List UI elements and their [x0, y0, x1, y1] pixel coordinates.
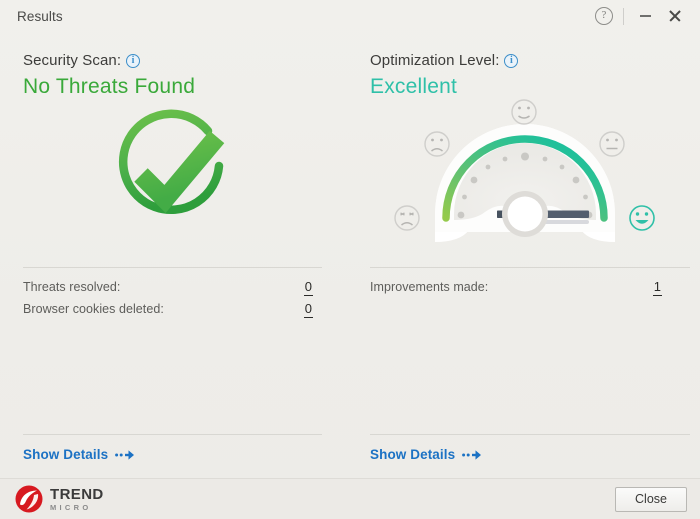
- dotted-arrow-right-icon: [115, 449, 135, 461]
- close-window-button[interactable]: [660, 3, 690, 29]
- security-footer-divider: [23, 434, 322, 435]
- results-window: Results ? Security Scan: i No Threats Fo…: [0, 0, 700, 519]
- optimization-panel: Optimization Level: i Excellent Improvem…: [350, 32, 700, 478]
- stat-label: Threats resolved:: [23, 280, 121, 294]
- show-details-label: Show Details: [23, 447, 109, 462]
- table-row: Threats resolved: 0: [23, 277, 335, 299]
- minimize-button[interactable]: [630, 3, 660, 29]
- performance-gauge-wrapper: [360, 92, 690, 262]
- table-row: Browser cookies deleted: 0: [23, 299, 335, 321]
- security-panel-footer: Show Details: [23, 434, 335, 478]
- help-circle-icon: ?: [595, 7, 613, 25]
- security-stats: Threats resolved: 0 Browser cookies dele…: [23, 268, 335, 321]
- close-button[interactable]: Close: [615, 486, 687, 512]
- optimization-header: Optimization Level: i Excellent: [370, 52, 690, 97]
- stat-label: Improvements made:: [370, 280, 489, 294]
- close-icon: [669, 10, 681, 22]
- optimization-show-details-link[interactable]: Show Details: [370, 447, 482, 462]
- show-details-label: Show Details: [370, 447, 456, 462]
- security-scan-graphic: [23, 97, 335, 267]
- trend-micro-logo-icon: [15, 485, 43, 513]
- footer-bar: TREND MICRO Close: [0, 478, 700, 519]
- optimization-graphic: [370, 97, 690, 267]
- face-angry-icon: [394, 205, 420, 231]
- face-neutral-icon: [511, 99, 537, 125]
- security-show-details-link[interactable]: Show Details: [23, 447, 135, 462]
- window-title: Results: [17, 8, 63, 24]
- title-bar: Results ?: [0, 0, 700, 32]
- optimization-stats: Improvements made: 1: [370, 268, 690, 299]
- security-scan-status: No Threats Found: [23, 75, 196, 98]
- stat-value[interactable]: 1: [652, 279, 662, 296]
- brand-primary: TREND: [50, 485, 104, 503]
- minimize-icon: [639, 15, 651, 17]
- stat-value[interactable]: 0: [303, 301, 313, 318]
- security-scan-header: Security Scan: i No Threats Found: [23, 52, 335, 97]
- green-check-circle-wrapper: [23, 107, 335, 237]
- optimization-panel-spacer: [370, 299, 690, 434]
- trend-micro-wordmark: TREND MICRO: [50, 487, 104, 512]
- dotted-arrow-right-icon: [462, 449, 482, 461]
- title-bar-divider: [623, 7, 624, 25]
- performance-gauge-icon: [394, 99, 655, 242]
- optimization-label: Optimization Level:: [370, 52, 500, 69]
- security-scan-label: Security Scan:: [23, 52, 122, 69]
- optimization-panel-footer: Show Details: [370, 434, 690, 478]
- help-button[interactable]: ?: [589, 3, 619, 29]
- results-content: Security Scan: i No Threats Found Threat…: [0, 32, 700, 478]
- stat-label: Browser cookies deleted:: [23, 301, 164, 316]
- security-scan-panel: Security Scan: i No Threats Found Threat…: [0, 32, 350, 478]
- optimization-heading-row: Optimization Level: i: [370, 52, 690, 69]
- info-icon[interactable]: i: [126, 53, 141, 68]
- face-content-icon: [599, 131, 625, 157]
- trend-micro-logo: TREND MICRO: [14, 484, 104, 514]
- info-icon[interactable]: i: [504, 53, 519, 68]
- green-check-circle-icon: [119, 109, 225, 214]
- brand-secondary: MICRO: [50, 502, 92, 512]
- face-happy-icon: [629, 205, 655, 231]
- security-panel-spacer: [23, 321, 335, 434]
- security-scan-heading-row: Security Scan: i: [23, 52, 335, 69]
- optimization-footer-divider: [370, 434, 690, 435]
- stat-value[interactable]: 0: [303, 279, 313, 296]
- face-sad-icon: [424, 131, 450, 157]
- table-row: Improvements made: 1: [370, 277, 690, 299]
